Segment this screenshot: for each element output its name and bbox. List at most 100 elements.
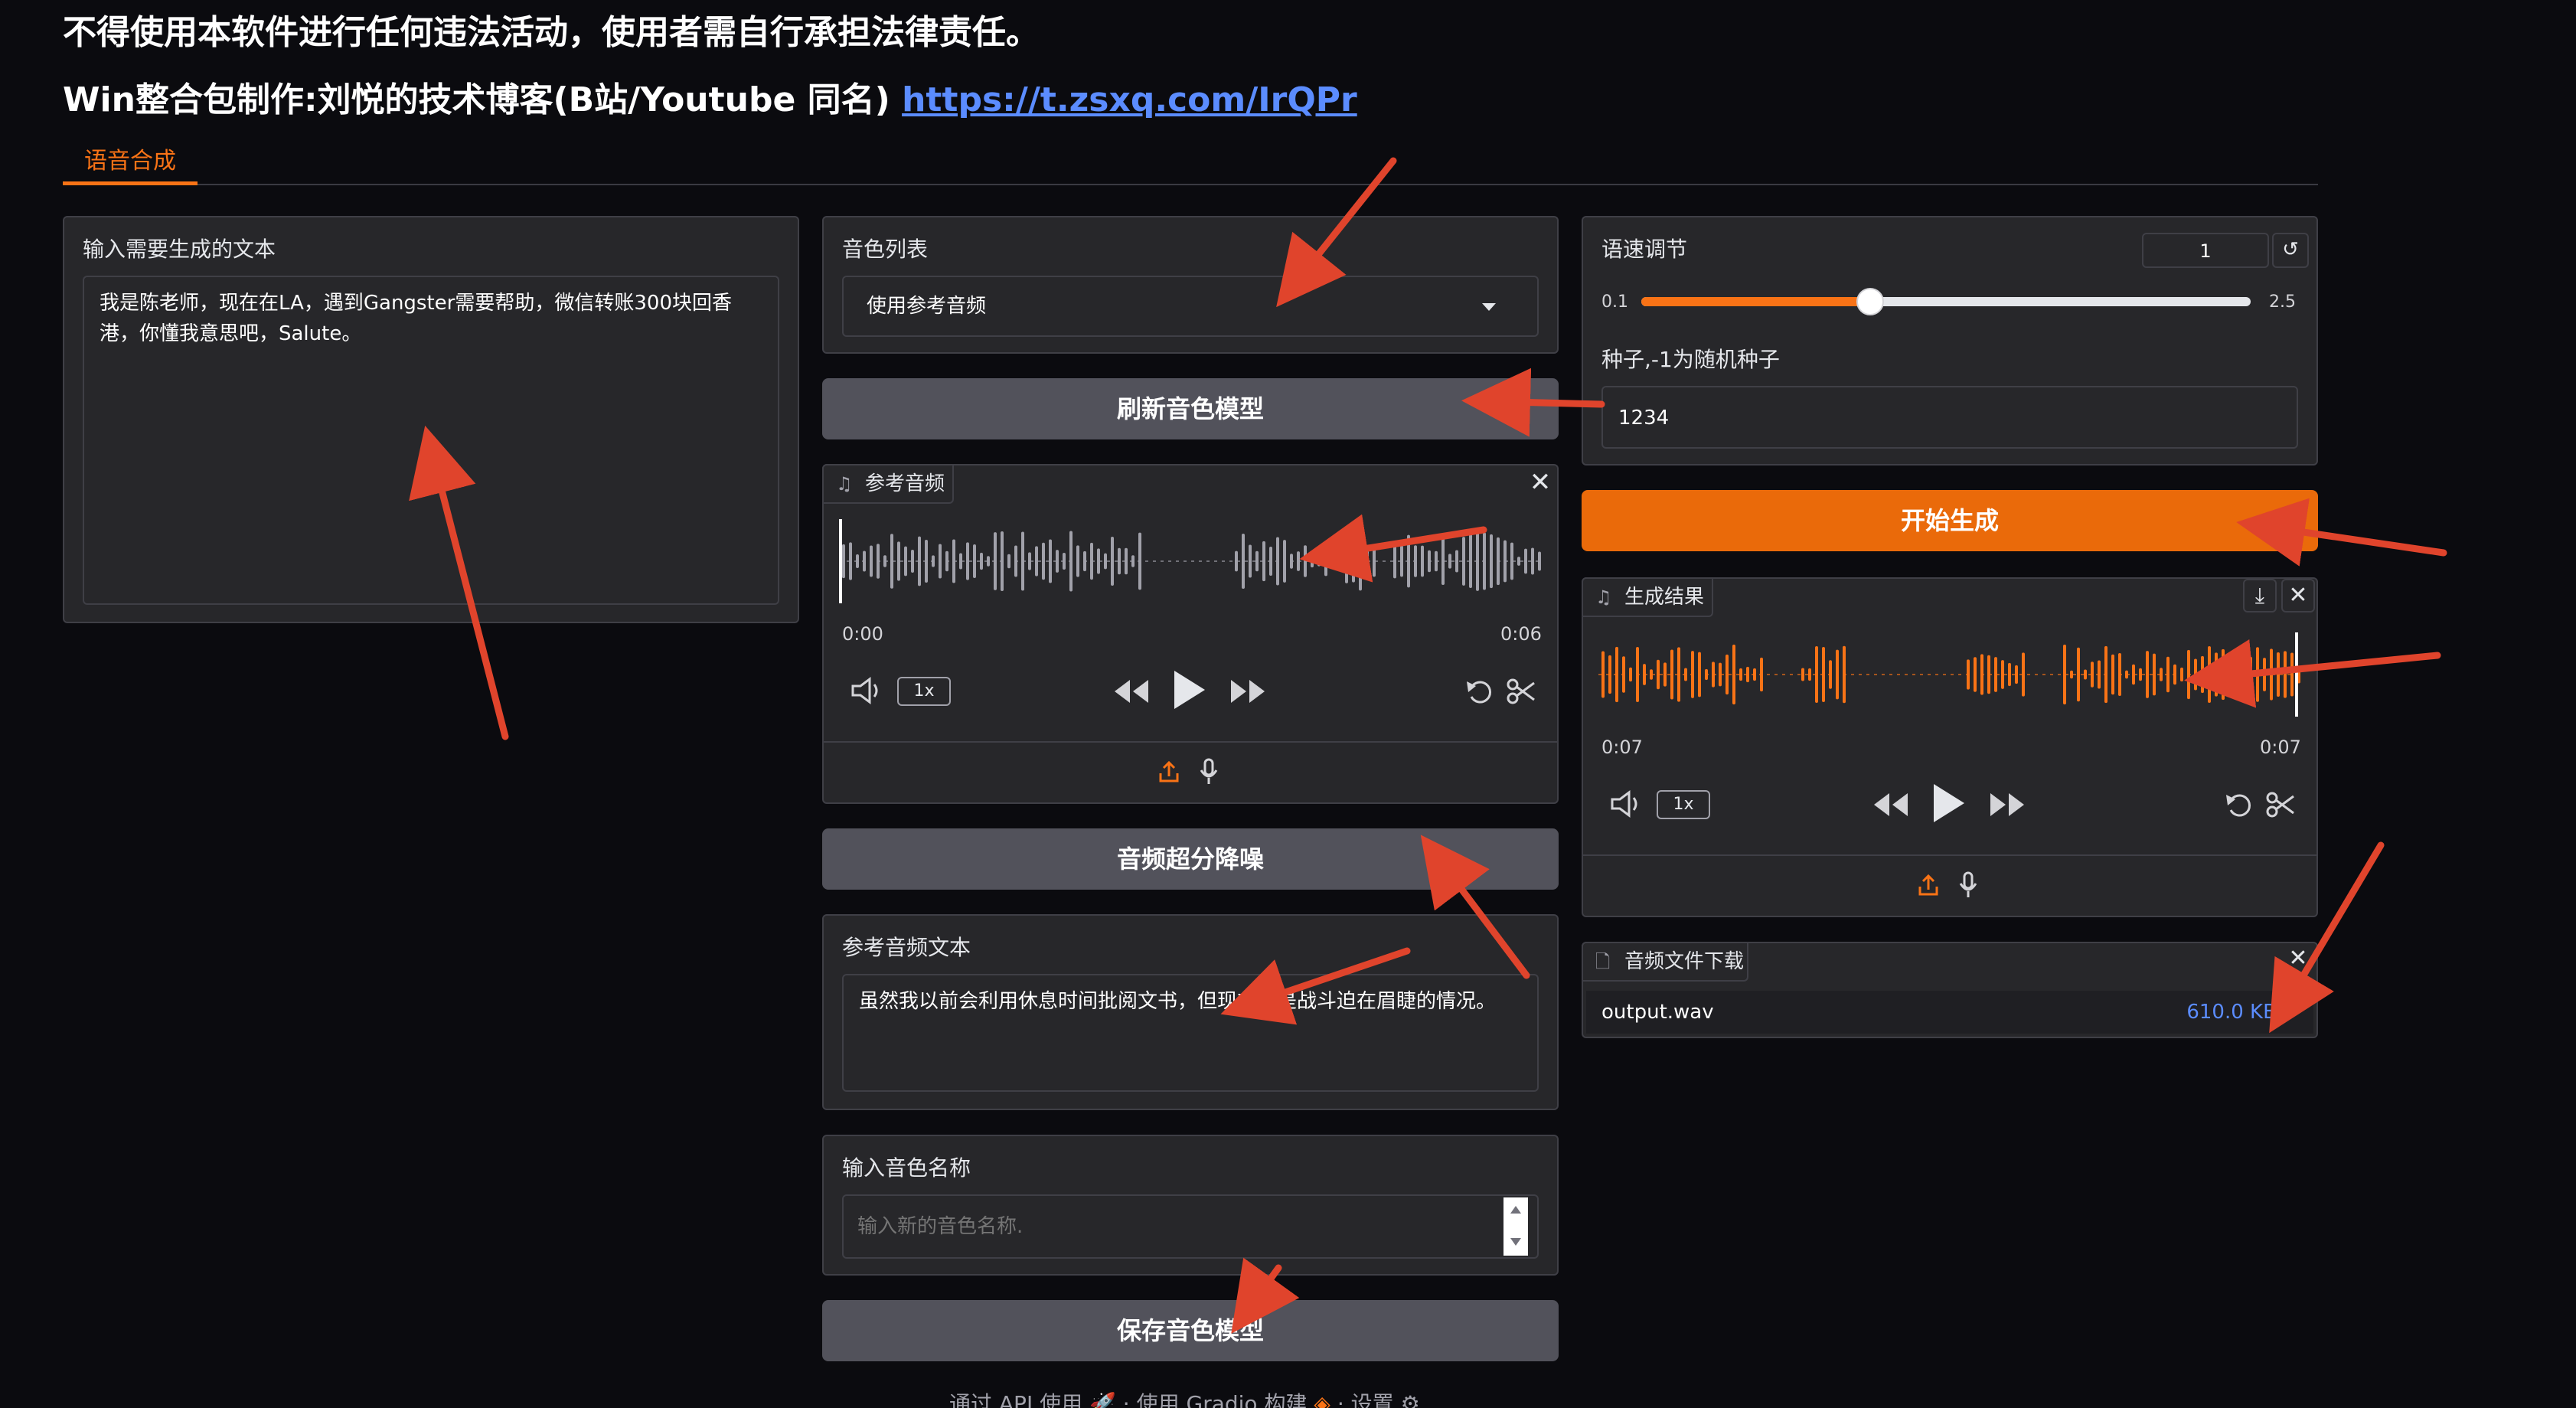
upload-icon[interactable] xyxy=(1917,873,1940,897)
waveform-bar xyxy=(1063,553,1066,570)
tab-speech-synthesis[interactable]: 语音合成 xyxy=(63,144,198,185)
voice-name-input[interactable] xyxy=(857,1207,1485,1246)
undo-icon[interactable] xyxy=(2225,790,2254,819)
speed-number-input[interactable]: 1 xyxy=(2142,233,2269,268)
waveform-bar xyxy=(2228,661,2232,688)
rewind-icon[interactable] xyxy=(1872,792,1909,818)
seed-field[interactable]: 1234 xyxy=(1601,386,2298,449)
waveform-bar xyxy=(1746,666,1749,683)
waveform-bar xyxy=(1657,659,1660,690)
waveform-bar xyxy=(945,550,948,572)
speed-slider-track[interactable] xyxy=(1641,297,2251,306)
close-icon[interactable]: ✕ xyxy=(1523,467,1557,501)
waveform-bar xyxy=(1490,534,1493,589)
waveform-bar xyxy=(973,544,976,579)
result-audio-panel: ♫ 生成结果 ⤓ ✕ 0:07 0:07 1x xyxy=(1582,577,2318,917)
waveform-bar xyxy=(1069,531,1073,592)
footer-api-link[interactable]: 通过 API 使用 xyxy=(949,1391,1082,1408)
music-note-icon: ♫ xyxy=(836,473,853,495)
waveform-bar xyxy=(2063,644,2066,705)
waveform-bar xyxy=(1753,668,1756,681)
waveform-bar xyxy=(1510,542,1513,580)
input-text-area[interactable]: 我是陈老师，现在在LA，遇到Gangster需要帮助，微信转账300块回香港，你… xyxy=(83,276,779,605)
download-label-chip: 🗋 音频文件下载 xyxy=(1582,942,1748,982)
voice-list-dropdown[interactable]: 使用参考音频 xyxy=(842,276,1539,337)
footer-gradio-link[interactable]: 使用 Gradio 构建 xyxy=(1137,1391,1308,1408)
start-generate-button[interactable]: 开始生成 xyxy=(1582,490,2318,551)
waveform-bar xyxy=(2153,653,2156,696)
play-icon[interactable] xyxy=(1173,669,1206,711)
spinner-up-icon[interactable] xyxy=(1510,1205,1522,1214)
microphone-icon[interactable] xyxy=(1199,758,1219,786)
waveform-bar xyxy=(1042,542,1045,580)
waveform-bar xyxy=(2091,662,2094,688)
waveform-bar xyxy=(1732,644,1735,705)
download-file-row[interactable]: output.wav 610.0 KB ↓ xyxy=(1586,991,2313,1034)
waveform-bar xyxy=(842,544,845,579)
result-audio-rate-button[interactable]: 1x xyxy=(1657,790,1710,819)
fast-forward-icon[interactable] xyxy=(1989,792,2026,818)
result-audio-divider xyxy=(1583,854,2316,856)
warning-title: 不得使用本软件进行任何违法活动，使用者需自行承担法律责任。 xyxy=(63,13,1040,52)
waveform-bar xyxy=(2215,652,2218,697)
scissors-icon[interactable] xyxy=(1507,677,1536,706)
waveform-bar xyxy=(1352,540,1355,583)
download-panel: 🗋 音频文件下载 ✕ output.wav 610.0 KB ↓ xyxy=(1582,942,2318,1038)
chevron-down-icon xyxy=(1482,303,1496,311)
close-icon[interactable]: ✕ xyxy=(2281,943,2315,977)
undo-icon[interactable] xyxy=(1465,677,1494,706)
scissors-icon[interactable] xyxy=(2266,790,2295,819)
waveform-bar xyxy=(1400,545,1403,577)
waveform-bar xyxy=(1712,662,1715,688)
result-audio-waveform[interactable] xyxy=(1598,632,2303,717)
footer-separator: · xyxy=(1122,1391,1130,1408)
voice-name-spinner[interactable] xyxy=(1503,1197,1528,1256)
waveform-bar xyxy=(1677,647,1680,702)
ref-text-area[interactable]: 虽然我以前会利用休息时间批阅文书，但现在也是战斗迫在眉睫的情况。 xyxy=(842,974,1539,1092)
waveform-bar xyxy=(2001,660,2004,689)
waveform-bar xyxy=(2084,669,2087,680)
waveform-bar xyxy=(2160,668,2163,681)
save-voice-button[interactable]: 保存音色模型 xyxy=(822,1300,1559,1361)
waveform-bar xyxy=(849,542,852,580)
upload-icon[interactable] xyxy=(1157,760,1180,784)
close-icon[interactable]: ✕ xyxy=(2281,579,2315,613)
waveform-bar xyxy=(1483,532,1486,590)
waveform-bar xyxy=(870,545,873,577)
volume-icon[interactable] xyxy=(1609,790,1643,818)
voice-name-panel: 输入音色名称 xyxy=(822,1135,1559,1276)
speed-slider-thumb[interactable] xyxy=(1856,288,1884,315)
microphone-icon[interactable] xyxy=(1958,871,1978,899)
spinner-down-icon[interactable] xyxy=(1510,1237,1522,1246)
voice-list-panel: 音色列表 使用参考音频 xyxy=(822,216,1559,354)
waveform-bar xyxy=(1601,651,1605,698)
play-icon[interactable] xyxy=(1932,782,1966,824)
download-icon[interactable]: ⤓ xyxy=(2243,579,2277,613)
waveform-bar xyxy=(1001,531,1004,591)
waveform-bar xyxy=(1421,545,1424,577)
reset-icon[interactable]: ↺ xyxy=(2272,233,2309,268)
ref-audio-rate-button[interactable]: 1x xyxy=(897,677,951,706)
waveform-bar xyxy=(1276,537,1279,586)
waveform-bar xyxy=(2166,656,2170,693)
waveform-bar xyxy=(1801,668,1804,681)
footer-settings-link[interactable]: 设置 xyxy=(1351,1391,1394,1408)
volume-icon[interactable] xyxy=(850,677,883,704)
ref-audio-waveform[interactable] xyxy=(839,519,1543,603)
fast-forward-icon[interactable] xyxy=(1229,678,1266,704)
waveform-bar xyxy=(1608,655,1611,694)
refresh-voice-button[interactable]: 刷新音色模型 xyxy=(822,378,1559,439)
waveform-bar xyxy=(1455,550,1458,573)
waveform-bar xyxy=(1311,554,1314,568)
waveform-bar xyxy=(1255,550,1259,572)
waveform-bar xyxy=(1448,554,1451,569)
waveform-bar xyxy=(1297,551,1300,571)
credit-link[interactable]: https://t.zsxq.com/IrQPr xyxy=(902,80,1357,119)
waveform-bar xyxy=(1719,662,1722,687)
speed-value: 1 xyxy=(2199,240,2212,262)
audio-denoise-button[interactable]: 音频超分降噪 xyxy=(822,828,1559,890)
waveform-bar xyxy=(2208,645,2211,704)
rewind-icon[interactable] xyxy=(1113,678,1150,704)
waveform-bar xyxy=(1503,540,1507,583)
waveform-bar xyxy=(2111,654,2114,695)
